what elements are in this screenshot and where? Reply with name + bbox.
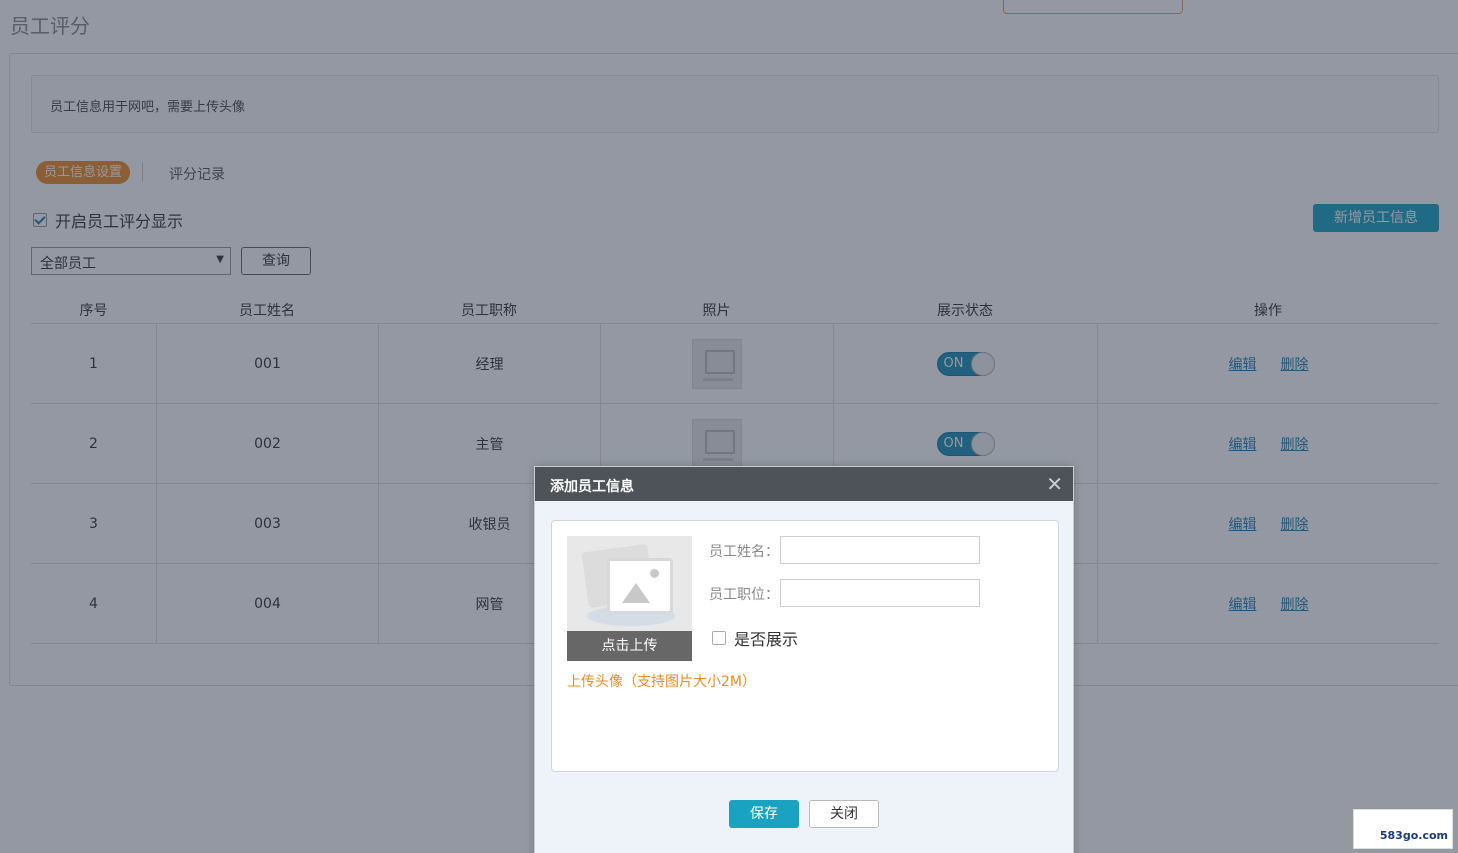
upload-label[interactable]: 点击上传: [567, 631, 692, 661]
add-employee-modal: 添加员工信息 ✕ 点击上传 上传头像（支持图片大小2M） 员工姓名： 员工职位：…: [534, 466, 1074, 853]
close-button[interactable]: 关闭: [809, 800, 879, 828]
modal-title: 添加员工信息: [550, 479, 634, 495]
image-placeholder-icon: [607, 558, 673, 614]
show-checkbox[interactable]: [712, 631, 726, 645]
site-watermark: 583go.com: [1353, 809, 1453, 849]
employee-name-label: 员工姓名：: [709, 544, 779, 560]
employee-position-input[interactable]: [780, 579, 980, 607]
avatar-upload[interactable]: 点击上传: [567, 536, 692, 661]
close-icon[interactable]: ✕: [1046, 472, 1063, 496]
show-label: 是否展示: [734, 630, 799, 649]
employee-name-input[interactable]: [780, 536, 980, 564]
show-option[interactable]: 是否展示: [712, 626, 798, 650]
employee-position-label: 员工职位：: [709, 587, 779, 603]
modal-header: 添加员工信息 ✕: [535, 467, 1073, 501]
modal-body: 点击上传 上传头像（支持图片大小2M） 员工姓名： 员工职位： 是否展示: [551, 520, 1059, 772]
watermark-text: 583go.com: [1379, 829, 1448, 842]
save-button[interactable]: 保存: [729, 800, 799, 828]
upload-tip: 上传头像（支持图片大小2M）: [567, 674, 756, 690]
